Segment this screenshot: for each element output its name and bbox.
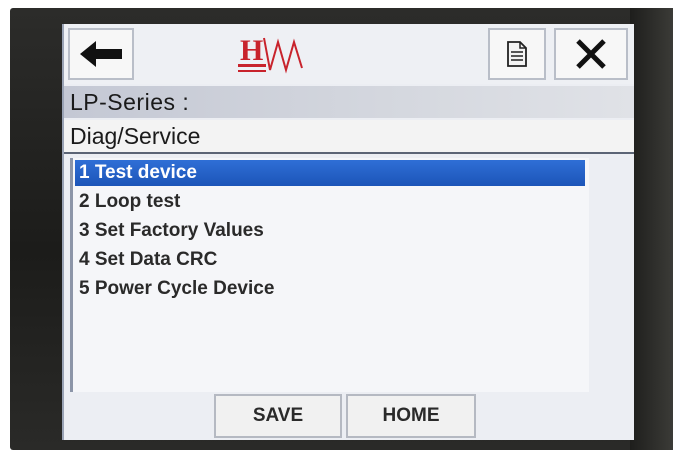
menu-title: Diag/Service [64, 120, 634, 154]
save-button[interactable]: SAVE [214, 394, 342, 438]
back-button[interactable] [68, 28, 134, 80]
device-screen: H LP-Series : Diag/Service 1 Test device… [62, 24, 634, 440]
arrow-left-icon [80, 41, 122, 67]
device-series-label: LP-Series : [64, 86, 634, 118]
list-item-power-cycle-device[interactable]: 5 Power Cycle Device [75, 276, 585, 302]
top-toolbar: H [64, 24, 634, 84]
list-item-loop-test[interactable]: 2 Loop test [75, 189, 585, 215]
logo-letter: H [240, 34, 263, 67]
document-button[interactable] [488, 28, 546, 80]
menu-list: 1 Test device 2 Loop test 3 Set Factory … [70, 158, 589, 392]
home-button[interactable]: HOME [346, 394, 476, 438]
close-button[interactable] [554, 28, 628, 80]
close-icon [576, 39, 606, 69]
list-item-set-data-crc[interactable]: 4 Set Data CRC [75, 247, 585, 273]
list-item-set-factory-values[interactable]: 3 Set Factory Values [75, 218, 585, 244]
device-bezel-edge [630, 8, 673, 450]
brand-logo: H [232, 30, 322, 80]
document-icon [507, 41, 527, 67]
list-item-test-device[interactable]: 1 Test device [75, 160, 585, 186]
